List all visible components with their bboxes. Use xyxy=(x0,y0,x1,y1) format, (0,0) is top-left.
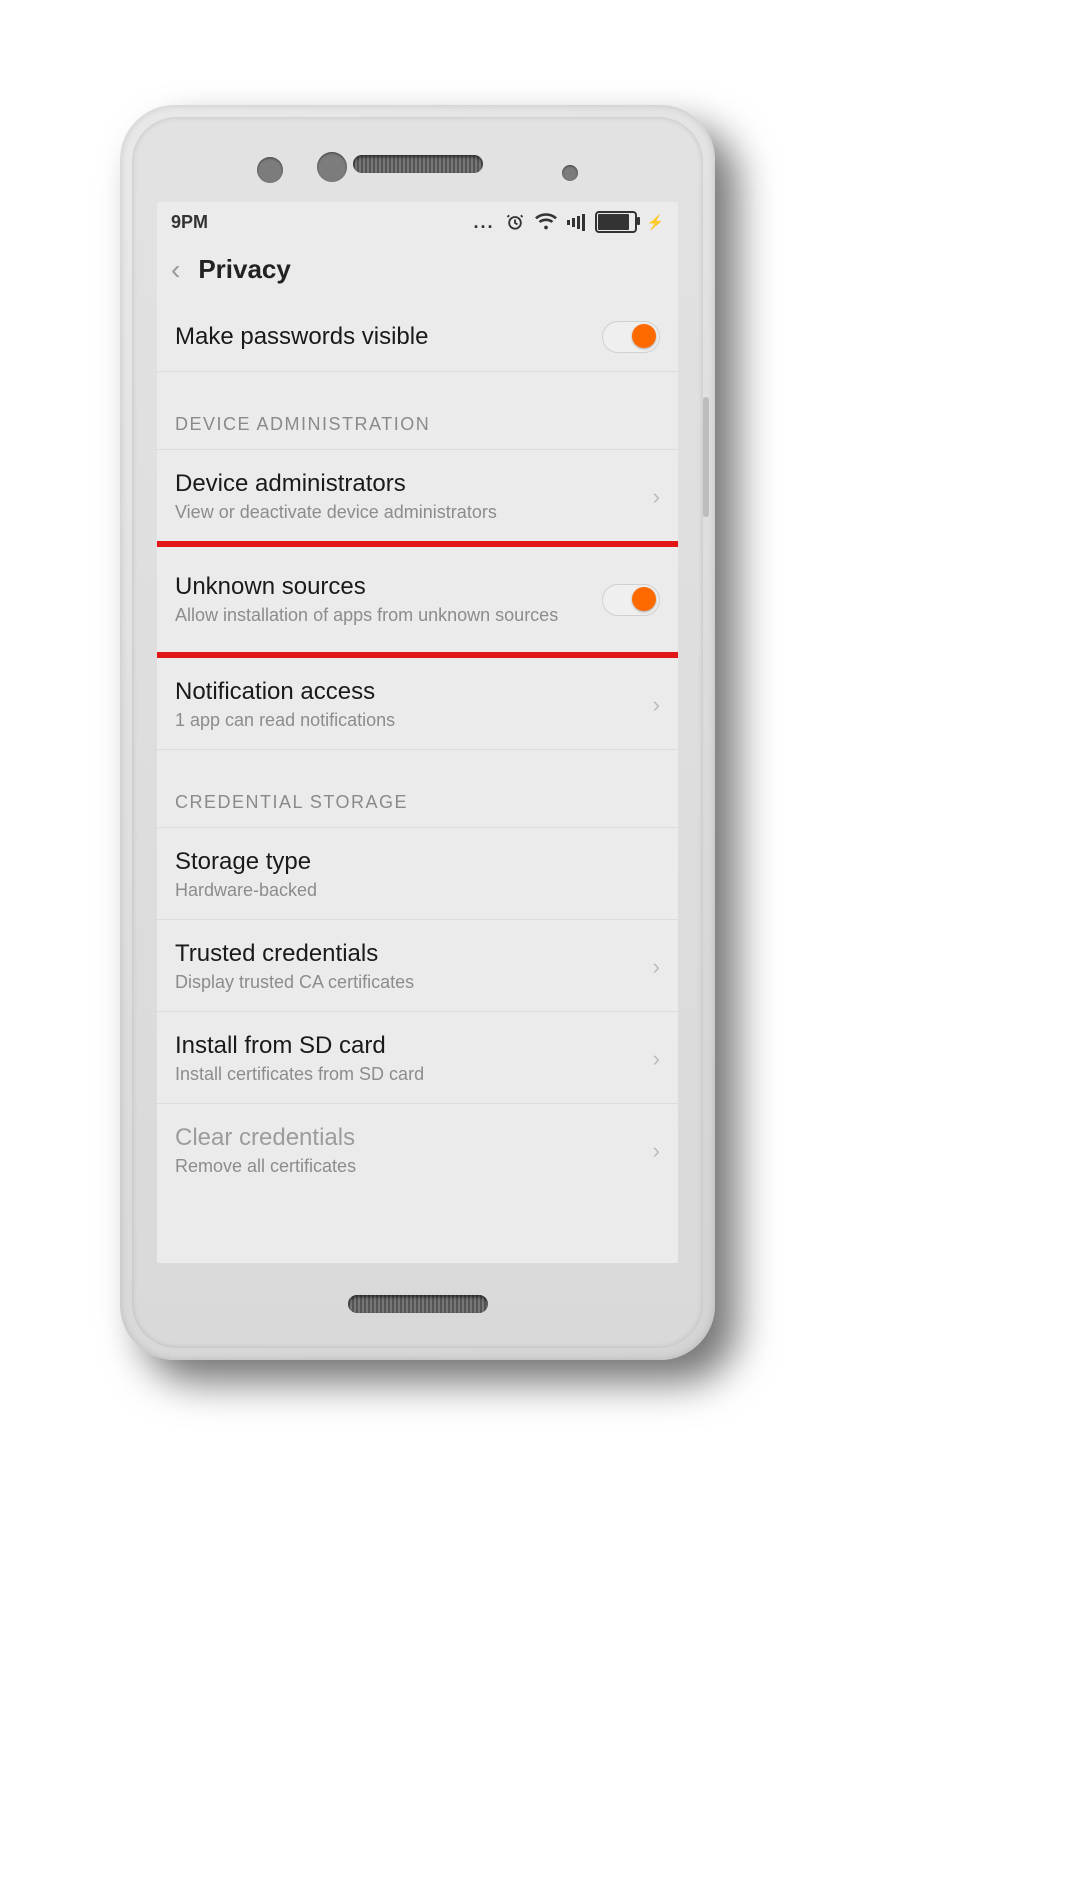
title-bar: ‹ Privacy xyxy=(157,242,678,301)
wifi-icon xyxy=(535,212,557,232)
row-unknown-sources[interactable]: Unknown sources Allow installation of ap… xyxy=(157,547,678,652)
row-sub: View or deactivate device administrators xyxy=(175,502,639,523)
row-sub: Allow installation of apps from unknown … xyxy=(175,605,588,626)
row-label: Trusted credentials xyxy=(175,940,639,968)
row-sub: Display trusted CA certificates xyxy=(175,972,639,993)
charging-icon: ⚡ xyxy=(647,214,664,231)
row-clear-credentials: Clear credentials Remove all certificate… xyxy=(157,1104,678,1195)
chevron-right-icon: › xyxy=(653,1138,660,1164)
earpiece xyxy=(353,155,483,173)
chevron-right-icon: › xyxy=(653,954,660,980)
row-sub: Install certificates from SD card xyxy=(175,1064,639,1085)
chevron-right-icon: › xyxy=(653,692,660,718)
sensor-dot-icon xyxy=(257,157,283,183)
screen: 9PM ... ⚡ ‹ Privacy xyxy=(157,202,678,1263)
camera-dot-icon xyxy=(317,152,347,182)
row-label: Unknown sources xyxy=(175,573,588,601)
row-label: Storage type xyxy=(175,848,660,876)
row-install-from-sd[interactable]: Install from SD card Install certificate… xyxy=(157,1012,678,1104)
speaker xyxy=(348,1295,488,1313)
toggle-unknown-sources[interactable] xyxy=(602,584,660,616)
row-label: Install from SD card xyxy=(175,1032,639,1060)
row-label: Clear credentials xyxy=(175,1124,639,1152)
side-button xyxy=(703,397,709,517)
row-sub: Remove all certificates xyxy=(175,1156,639,1177)
row-label: Make passwords visible xyxy=(175,323,588,351)
row-label: Device administrators xyxy=(175,470,639,498)
back-icon[interactable]: ‹ xyxy=(171,256,180,284)
row-trusted-credentials[interactable]: Trusted credentials Display trusted CA c… xyxy=(157,920,678,1012)
row-label: Notification access xyxy=(175,678,639,706)
status-time: 9PM xyxy=(171,212,208,233)
status-bar: 9PM ... ⚡ xyxy=(157,202,678,242)
section-credential-storage: CREDENTIAL STORAGE xyxy=(157,750,678,828)
alarm-icon xyxy=(505,212,525,232)
toggle-passwords[interactable] xyxy=(602,321,660,353)
row-sub: 1 app can read notifications xyxy=(175,710,639,731)
chevron-right-icon: › xyxy=(653,484,660,510)
signal-icon xyxy=(567,213,585,231)
section-device-administration: DEVICE ADMINISTRATION xyxy=(157,372,678,450)
row-make-passwords-visible[interactable]: Make passwords visible xyxy=(157,301,678,372)
phone-frame: 9PM ... ⚡ ‹ Privacy xyxy=(120,105,715,1360)
page-title: Privacy xyxy=(198,254,291,285)
row-notification-access[interactable]: Notification access 1 app can read notif… xyxy=(157,658,678,750)
row-device-administrators[interactable]: Device administrators View or deactivate… xyxy=(157,450,678,541)
battery-icon xyxy=(595,211,637,233)
row-storage-type[interactable]: Storage type Hardware-backed xyxy=(157,828,678,920)
chevron-right-icon: › xyxy=(653,1046,660,1072)
more-icon: ... xyxy=(474,212,495,233)
sensor-dot-icon xyxy=(562,165,578,181)
row-sub: Hardware-backed xyxy=(175,880,660,901)
